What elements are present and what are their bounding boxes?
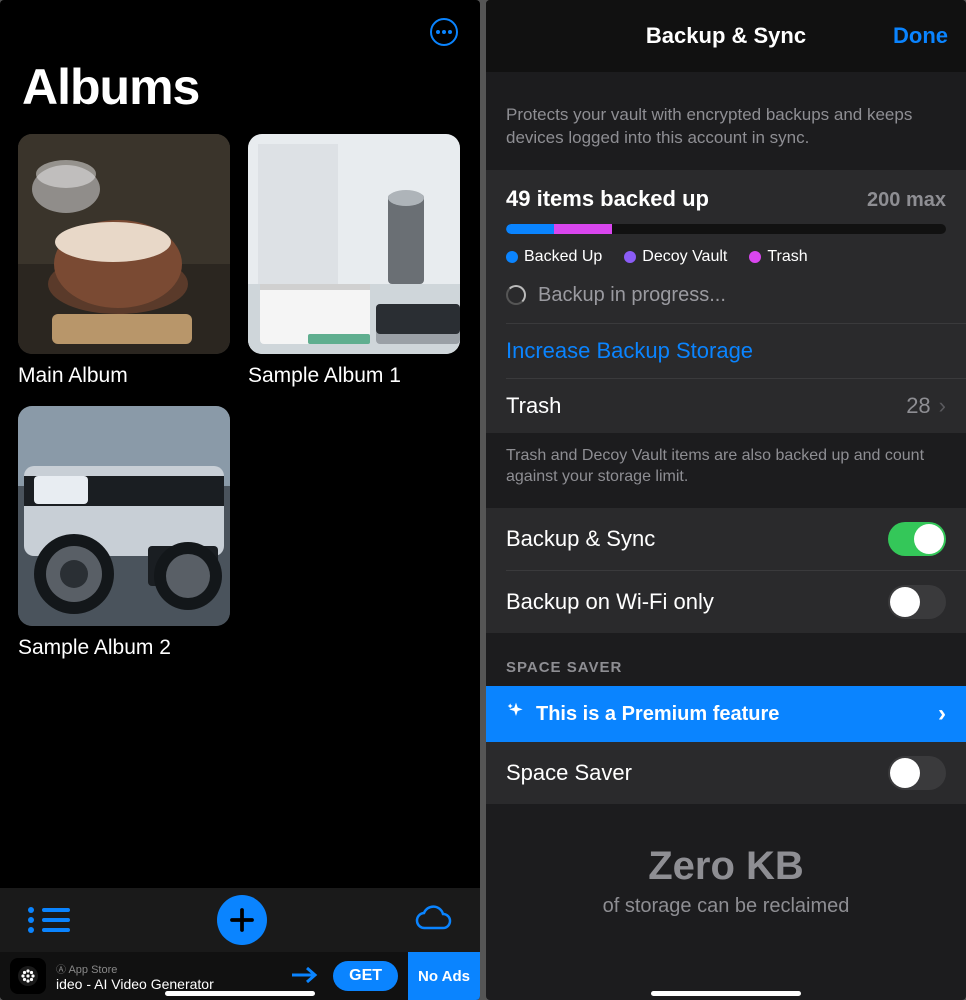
- wifi-only-toggle[interactable]: [888, 585, 946, 619]
- sparkle-icon: [506, 701, 526, 727]
- album-item[interactable]: Sample Album 2: [18, 406, 230, 660]
- chevron-right-icon: ›: [939, 393, 946, 419]
- more-icon[interactable]: [430, 18, 458, 46]
- backup-sync-toggle[interactable]: [888, 522, 946, 556]
- album-label: Sample Album 2: [18, 636, 230, 660]
- legend: Backed Up Decoy Vault Trash: [506, 248, 946, 266]
- home-indicator[interactable]: [651, 991, 801, 996]
- reclaim-subtext: of storage can be reclaimed: [506, 895, 946, 918]
- chevron-right-icon: ›: [938, 700, 946, 728]
- backup-max-label: 200 max: [867, 189, 946, 212]
- done-button[interactable]: Done: [893, 23, 948, 49]
- modal-header: Backup & Sync Done: [486, 0, 966, 72]
- trash-row[interactable]: Trash 28 ›: [486, 379, 966, 433]
- album-thumb: [18, 406, 230, 626]
- album-item[interactable]: Sample Album 1: [248, 134, 460, 388]
- backup-sync-screen: Backup & Sync Done Protects your vault w…: [486, 0, 966, 1000]
- progress-label: Backup in progress...: [538, 284, 726, 307]
- storage-bar: [506, 224, 946, 234]
- album-thumb: [248, 134, 460, 354]
- ad-title: ideo - AI Video Generator: [56, 976, 289, 992]
- backup-sync-toggle-row: Backup & Sync: [486, 508, 966, 570]
- modal-title: Backup & Sync: [646, 23, 806, 49]
- home-indicator[interactable]: [165, 991, 315, 996]
- no-ads-button[interactable]: No Ads: [408, 952, 480, 1000]
- arrow-right-icon: [289, 965, 319, 988]
- backup-count-label: 49 items backed up: [506, 186, 709, 212]
- spinner-icon: [506, 285, 526, 305]
- trash-note: Trash and Decoy Vault items are also bac…: [486, 433, 966, 508]
- increase-storage-link[interactable]: Increase Backup Storage: [486, 324, 966, 378]
- add-button[interactable]: [217, 895, 267, 945]
- ad-store-label: Ⓐ App Store: [56, 961, 289, 976]
- cloud-icon[interactable]: [414, 903, 452, 938]
- album-label: Main Album: [18, 364, 230, 388]
- backup-status-card: 49 items backed up 200 max Backed Up Dec…: [486, 170, 966, 433]
- albums-screen: Albums Main Album: [0, 0, 480, 1000]
- album-grid: Main Album: [0, 116, 480, 660]
- space-saver-section-header: SPACE SAVER: [486, 633, 966, 686]
- space-saver-toggle-row: Space Saver: [486, 742, 966, 804]
- album-label: Sample Album 1: [248, 364, 460, 388]
- reclaim-block: Zero KB of storage can be reclaimed: [486, 804, 966, 958]
- space-saver-toggle[interactable]: [888, 756, 946, 790]
- trash-count: 28: [906, 393, 930, 419]
- wifi-only-toggle-row: Backup on Wi-Fi only: [486, 571, 966, 633]
- bottom-toolbar: [0, 888, 480, 952]
- reclaim-amount: Zero KB: [506, 844, 946, 889]
- album-item[interactable]: Main Album: [18, 134, 230, 388]
- get-button[interactable]: GET: [333, 961, 398, 991]
- ad-logo-icon: [10, 958, 46, 994]
- album-thumb: [18, 134, 230, 354]
- list-icon[interactable]: [28, 908, 70, 932]
- description-text: Protects your vault with encrypted backu…: [486, 72, 966, 170]
- page-title: Albums: [0, 0, 480, 116]
- premium-feature-row[interactable]: This is a Premium feature ›: [486, 686, 966, 742]
- trash-label: Trash: [506, 393, 561, 419]
